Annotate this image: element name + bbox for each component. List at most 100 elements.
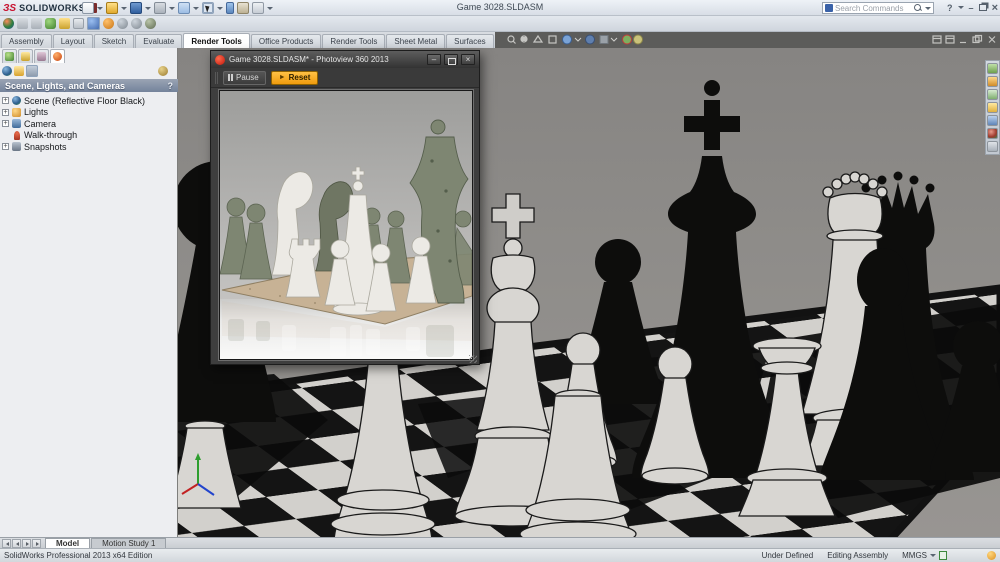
design-library-icon[interactable] <box>987 76 998 87</box>
tree-item-scene[interactable]: + Scene (Reflective Floor Black) <box>2 95 176 107</box>
solidworks-window: ЗS SOLIDWORKS Game 3028.SLDASM ? <box>0 0 1000 562</box>
expand-icon[interactable]: + <box>2 120 9 128</box>
lights-icon <box>12 107 21 117</box>
preview-close-button[interactable]: × <box>461 54 475 65</box>
help-button[interactable]: ? <box>947 3 953 13</box>
search-dropdown[interactable] <box>925 6 931 10</box>
search-input[interactable] <box>835 3 914 13</box>
scene-lights-cameras-tree: + Scene (Reflective Floor Black) + Light… <box>2 95 176 153</box>
tree-item-lights[interactable]: + Lights <box>2 107 176 119</box>
section-view-icon <box>548 35 557 44</box>
tab-nav-buttons <box>2 538 41 548</box>
resize-grip[interactable] <box>469 355 477 363</box>
paste-appearance-icon[interactable] <box>31 18 42 29</box>
custom-properties-icon[interactable] <box>987 128 998 139</box>
tree-item-camera[interactable]: + Camera <box>2 118 176 130</box>
motion-study-tab[interactable]: Motion Study 1 <box>91 538 167 548</box>
tab-surfaces[interactable]: Surfaces <box>446 34 494 48</box>
search-scope-icon <box>825 4 833 12</box>
tab-render-tools-2[interactable]: Render Tools <box>322 34 386 48</box>
final-render-icon[interactable] <box>117 18 128 29</box>
close-button[interactable]: × <box>992 2 998 14</box>
model-tab[interactable]: Model <box>45 538 91 548</box>
quick-tips-icon[interactable] <box>987 551 996 560</box>
tab-sketch[interactable]: Sketch <box>93 34 135 48</box>
render-tools-toolbar <box>0 16 1000 32</box>
heads-up-view-toolbar[interactable] <box>505 34 645 46</box>
preview-minimize-button[interactable]: – <box>427 54 441 65</box>
display-manager-panel: Scene, Lights, and Cameras ? + Scene (Re… <box>0 48 178 537</box>
pause-icon <box>228 74 233 81</box>
restore-button[interactable] <box>978 4 987 11</box>
constraint-status: Under Defined <box>761 551 814 560</box>
snapshots-icon <box>12 142 21 152</box>
manager-tab-strip <box>2 49 65 63</box>
view-lights-icon[interactable] <box>14 66 24 76</box>
preview-window-icon[interactable] <box>87 17 100 30</box>
propertymanager-tab[interactable] <box>18 49 33 63</box>
preview-window-controls: – × <box>427 54 475 65</box>
integrated-preview-icon[interactable] <box>103 18 114 29</box>
featuremanager-tab[interactable] <box>2 49 17 63</box>
cascade-windows-icon <box>945 35 955 44</box>
edit-scene-icon[interactable] <box>45 18 56 29</box>
next-tab-button[interactable] <box>22 538 31 548</box>
tab-layout[interactable]: Layout <box>52 34 93 48</box>
search-commands-box[interactable] <box>822 2 934 14</box>
first-tab-button[interactable] <box>2 538 11 548</box>
edit-decal-icon[interactable] <box>59 18 70 29</box>
previous-view-icon <box>532 34 544 43</box>
photoview-preview-window[interactable]: Game 3028.SLDASM* - Photoview 360 2013 –… <box>210 50 480 365</box>
edit-appearance-hud-icon <box>622 34 632 45</box>
tree-item-walkthrough[interactable]: Walk-through <box>2 130 176 142</box>
pause-button[interactable]: Pause <box>223 70 266 85</box>
tab-evaluate[interactable]: Evaluate <box>135 34 183 48</box>
edit-mode-status: Editing Assembly <box>827 551 889 560</box>
render-region-icon[interactable] <box>131 18 142 29</box>
panel-help-icon[interactable]: ? <box>168 81 174 91</box>
edition-text: SolidWorks Professional 2013 x64 Edition <box>4 551 153 560</box>
tab-sheet-metal[interactable]: Sheet Metal <box>386 34 446 48</box>
view-palette-icon[interactable] <box>987 102 998 113</box>
close-doc-icon <box>988 36 996 43</box>
prev-tab-button[interactable] <box>12 538 21 548</box>
commandmanager-tabs: Assembly Layout Sketch Evaluate Render T… <box>0 32 495 48</box>
file-explorer-icon[interactable] <box>987 89 998 100</box>
reset-button[interactable]: ► Reset <box>270 70 319 85</box>
tab-assembly[interactable]: Assembly <box>1 34 52 48</box>
edit-appearance-icon[interactable] <box>3 18 14 29</box>
search-icon[interactable] <box>914 3 923 13</box>
document-window-controls[interactable] <box>932 34 998 46</box>
tab-render-tools[interactable]: Render Tools <box>183 33 250 48</box>
tile-windows-icon <box>932 35 942 44</box>
apply-scene-icon <box>633 34 643 45</box>
target-area-icon[interactable] <box>73 18 84 29</box>
configurationmanager-tab[interactable] <box>34 49 49 63</box>
expand-icon[interactable]: + <box>2 97 9 105</box>
model-tab-bar: Model Motion Study 1 <box>0 537 1000 548</box>
expand-icon[interactable]: + <box>2 143 9 151</box>
units-selector[interactable]: MMGS <box>902 551 947 560</box>
task-pane-strip <box>985 60 1000 155</box>
tree-item-snapshots[interactable]: + Snapshots <box>2 141 176 153</box>
copy-appearance-icon[interactable] <box>17 18 28 29</box>
last-tab-button[interactable] <box>32 538 41 548</box>
render-options-icon[interactable] <box>145 18 156 29</box>
displaymanager-tab[interactable] <box>50 49 65 63</box>
units-dropdown-icon[interactable] <box>930 554 936 557</box>
tag-icon[interactable] <box>939 551 947 560</box>
appearance-filter-icon[interactable] <box>158 66 168 76</box>
view-scene-icon[interactable] <box>2 66 12 76</box>
photoview-icon <box>215 54 225 65</box>
display-style-icon <box>585 34 595 45</box>
view-cameras-icon[interactable] <box>26 65 38 77</box>
document-recovery-icon[interactable] <box>987 141 998 152</box>
help-dropdown[interactable] <box>957 6 964 9</box>
minimize-button[interactable]: – <box>969 3 974 13</box>
solidworks-resources-icon[interactable] <box>987 63 998 74</box>
tab-office-products[interactable]: Office Products <box>250 34 322 48</box>
appearances-scenes-icon[interactable] <box>987 115 998 126</box>
expand-icon[interactable]: + <box>2 108 9 116</box>
preview-maximize-button[interactable] <box>444 54 458 65</box>
preview-title-bar[interactable]: Game 3028.SLDASM* - Photoview 360 2013 –… <box>211 51 479 68</box>
